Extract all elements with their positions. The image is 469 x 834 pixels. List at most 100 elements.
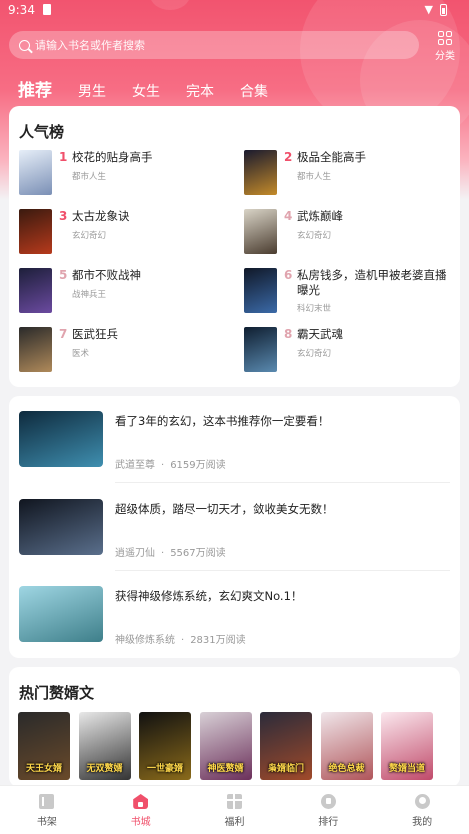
status-bar: 9:34 ▼ — [0, 0, 469, 20]
rank-number: 1 — [59, 150, 68, 164]
status-time: 9:34 — [8, 3, 35, 17]
book-cover[interactable]: 赘婿当道 — [381, 712, 433, 780]
category-label: 分类 — [435, 51, 455, 62]
recommendation-image — [19, 499, 103, 555]
book-title: 太古龙象诀 — [72, 209, 130, 223]
hot-section-title: 热门赘婿文 — [19, 684, 95, 702]
rank-item[interactable]: 6 私房钱多，造机甲被老婆直播曝光 科幻末世 — [244, 268, 459, 314]
cover-title: 绝色总裁 — [328, 764, 365, 774]
book-genre: 战神兵王 — [72, 290, 107, 300]
notification-icon — [43, 4, 51, 15]
battery-icon — [440, 4, 447, 16]
recommendation-card: 看了3年的玄幻，这本书推荐你一定要看！ 武道至尊 · 6159万阅读 超级体质，踏尽… — [9, 396, 460, 658]
cover-title: 赘婿当道 — [388, 764, 425, 774]
hot-book-row: 天王女婿 无双赘婿 一世豪婿 神医赘婿 枭婿临门 绝色总裁 赘婿当道 — [18, 712, 442, 780]
book-genre: 科幻末世 — [297, 304, 332, 314]
rank-number: 3 — [59, 209, 68, 223]
recommendation-image — [19, 586, 103, 642]
ranking-icon — [320, 794, 336, 809]
tab-bookstore[interactable]: 书城 — [94, 786, 188, 834]
rank-number: 4 — [284, 209, 293, 223]
cover-title: 无双赘婿 — [86, 764, 123, 774]
rank-number: 5 — [59, 268, 68, 282]
book-cover[interactable]: 绝色总裁 — [320, 712, 373, 780]
rank-item[interactable]: 7 医武狂兵 医术 — [19, 327, 234, 373]
book-cover — [19, 209, 52, 254]
grid-icon — [438, 31, 452, 45]
tab-welfare[interactable]: 福利 — [188, 786, 282, 834]
recommendation-meta: 武道至尊 · 6159万阅读 — [115, 460, 226, 471]
book-title: 霸天武魂 — [297, 327, 343, 341]
book-cover[interactable]: 神医赘婿 — [199, 712, 252, 780]
rank-item[interactable]: 1 校花的贴身高手 都市人生 — [19, 150, 234, 196]
tab-bookshelf[interactable]: 书架 — [0, 786, 94, 834]
rank-item[interactable]: 8 霸天武魂 玄幻奇幻 — [244, 327, 459, 373]
recommendation-headline: 超级体质，踏尽一切天才，敛收美女无数！ — [115, 502, 334, 516]
book-cover[interactable]: 枭婿临门 — [260, 712, 312, 780]
rank-item[interactable]: 2 极品全能高手 都市人生 — [244, 150, 459, 196]
rank-item[interactable]: 3 太古龙象诀 玄幻奇幻 — [19, 209, 234, 255]
rank-number: 8 — [284, 327, 293, 341]
tab-label: 福利 — [224, 817, 245, 828]
tab-female[interactable]: 女生 — [132, 81, 160, 101]
rank-number: 6 — [284, 268, 293, 282]
tab-label: 书架 — [36, 817, 57, 828]
book-title: 校花的贴身高手 — [72, 150, 153, 164]
tab-label: 排行 — [318, 817, 339, 828]
divider — [115, 482, 450, 483]
book-title: 武炼巅峰 — [297, 209, 343, 223]
tab-male[interactable]: 男生 — [78, 81, 106, 101]
book-cover — [19, 327, 52, 372]
read-count: 2831万阅读 — [190, 635, 246, 646]
book-cover — [244, 327, 277, 372]
tab-ranking[interactable]: 排行 — [281, 786, 375, 834]
bookstore-icon — [133, 794, 149, 809]
search-icon — [19, 39, 30, 51]
book-cover — [244, 150, 277, 195]
book-name: 武道至尊 — [115, 460, 155, 471]
cover-title: 一世豪婿 — [146, 764, 183, 774]
rank-number: 2 — [284, 150, 293, 164]
book-genre: 玄幻奇幻 — [297, 231, 332, 241]
search-input[interactable]: 请输入书名或作者搜索 — [9, 31, 419, 59]
book-cover — [19, 268, 52, 313]
book-name: 神级修炼系统 — [115, 635, 175, 646]
rank-item[interactable]: 4 武炼巅峰 玄幻奇幻 — [244, 209, 459, 255]
rank-number: 7 — [59, 327, 68, 341]
book-genre: 都市人生 — [297, 172, 332, 182]
book-cover[interactable]: 无双赘婿 — [78, 712, 131, 780]
book-title: 都市不败战神 — [72, 268, 141, 282]
book-genre: 都市人生 — [72, 172, 107, 182]
recommendation-meta: 逍遥刀仙 · 5567万阅读 — [115, 548, 226, 559]
book-name: 逍遥刀仙 — [115, 548, 155, 559]
recommendation-headline: 获得神级修炼系统，玄幻爽文No.1！ — [115, 589, 303, 603]
recommendation-item[interactable]: 看了3年的玄幻，这本书推荐你一定要看！ 武道至尊 · 6159万阅读 — [19, 411, 451, 491]
tab-collection[interactable]: 合集 — [240, 81, 268, 101]
gift-icon — [226, 794, 242, 809]
recommendation-item[interactable]: 超级体质，踏尽一切天才，敛收美女无数！ 逍遥刀仙 · 5567万阅读 — [19, 499, 451, 579]
book-cover[interactable]: 一世豪婿 — [139, 712, 191, 780]
book-cover — [244, 268, 277, 313]
recommendation-headline: 看了3年的玄幻，这本书推荐你一定要看！ — [115, 414, 330, 428]
tab-completed[interactable]: 完本 — [186, 81, 214, 101]
recommendation-item[interactable]: 获得神级修炼系统，玄幻爽文No.1！ 神级修炼系统 · 2831万阅读 — [19, 586, 451, 666]
recommendation-image — [19, 411, 103, 467]
read-count: 5567万阅读 — [170, 548, 226, 559]
book-genre: 玄幻奇幻 — [297, 349, 332, 359]
cover-title: 枭婿临门 — [267, 764, 304, 774]
tab-profile[interactable]: 我的 — [375, 786, 469, 834]
category-button[interactable]: 分类 — [430, 31, 460, 62]
book-cover[interactable]: 天王女婿 — [18, 712, 70, 780]
divider — [115, 570, 450, 571]
bottom-tab-bar: 书架 书城 福利 排行 我的 — [0, 785, 469, 834]
tab-label: 我的 — [412, 817, 433, 828]
profile-icon — [414, 794, 430, 809]
search-placeholder: 请输入书名或作者搜索 — [35, 39, 145, 52]
channel-tabs: 推荐 男生 女生 完本 合集 — [18, 71, 294, 110]
popularity-ranking-card: 人气榜 1 校花的贴身高手 都市人生 2 极品全能高手 都市人生 3 太古龙象诀… — [9, 106, 460, 387]
cover-title: 天王女婿 — [25, 764, 62, 774]
rank-item[interactable]: 5 都市不败战神 战神兵王 — [19, 268, 234, 314]
book-cover — [244, 209, 277, 254]
recommendation-meta: 神级修炼系统 · 2831万阅读 — [115, 635, 246, 646]
tab-recommend[interactable]: 推荐 — [18, 76, 52, 110]
